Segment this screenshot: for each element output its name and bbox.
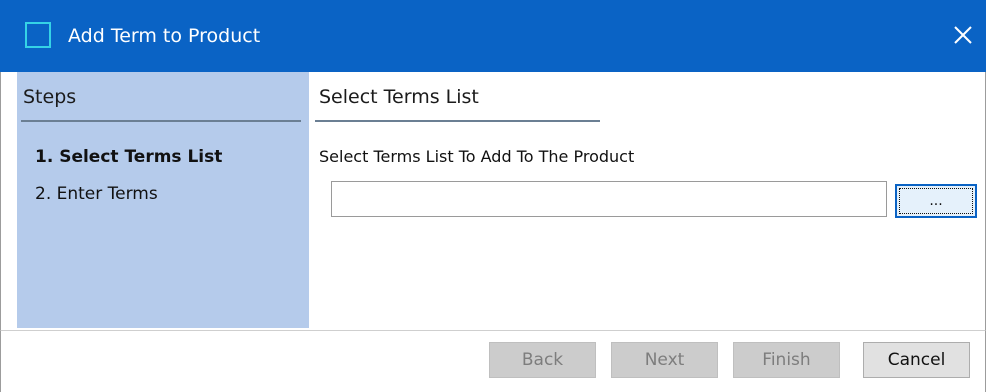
title-divider	[315, 120, 600, 122]
dialog-window: Add Term to Product Steps 1. Select Term…	[0, 0, 986, 392]
page-title: Select Terms List	[319, 86, 479, 108]
step-select-terms-list: 1. Select Terms List	[35, 147, 223, 167]
title-bar: Add Term to Product	[0, 0, 986, 72]
dialog-body: Steps 1. Select Terms List 2. Enter Term…	[0, 72, 986, 330]
next-button[interactable]: Next	[611, 342, 718, 378]
browse-button[interactable]: ...	[895, 184, 977, 218]
cancel-button[interactable]: Cancel	[863, 342, 970, 378]
steps-divider	[21, 120, 301, 122]
instruction-label: Select Terms List To Add To The Product	[319, 147, 635, 166]
close-icon	[954, 26, 972, 44]
close-button[interactable]	[940, 10, 986, 60]
app-icon	[25, 22, 51, 48]
back-button[interactable]: Back	[489, 342, 596, 378]
finish-button[interactable]: Finish	[733, 342, 840, 378]
window-title: Add Term to Product	[68, 25, 261, 47]
steps-heading: Steps	[23, 86, 77, 108]
steps-panel: Steps 1. Select Terms List 2. Enter Term…	[17, 72, 309, 328]
button-bar: Back Next Finish Cancel	[0, 330, 986, 392]
terms-list-input[interactable]	[331, 181, 887, 217]
focus-rectangle	[899, 188, 973, 214]
step-enter-terms: 2. Enter Terms	[35, 184, 158, 204]
